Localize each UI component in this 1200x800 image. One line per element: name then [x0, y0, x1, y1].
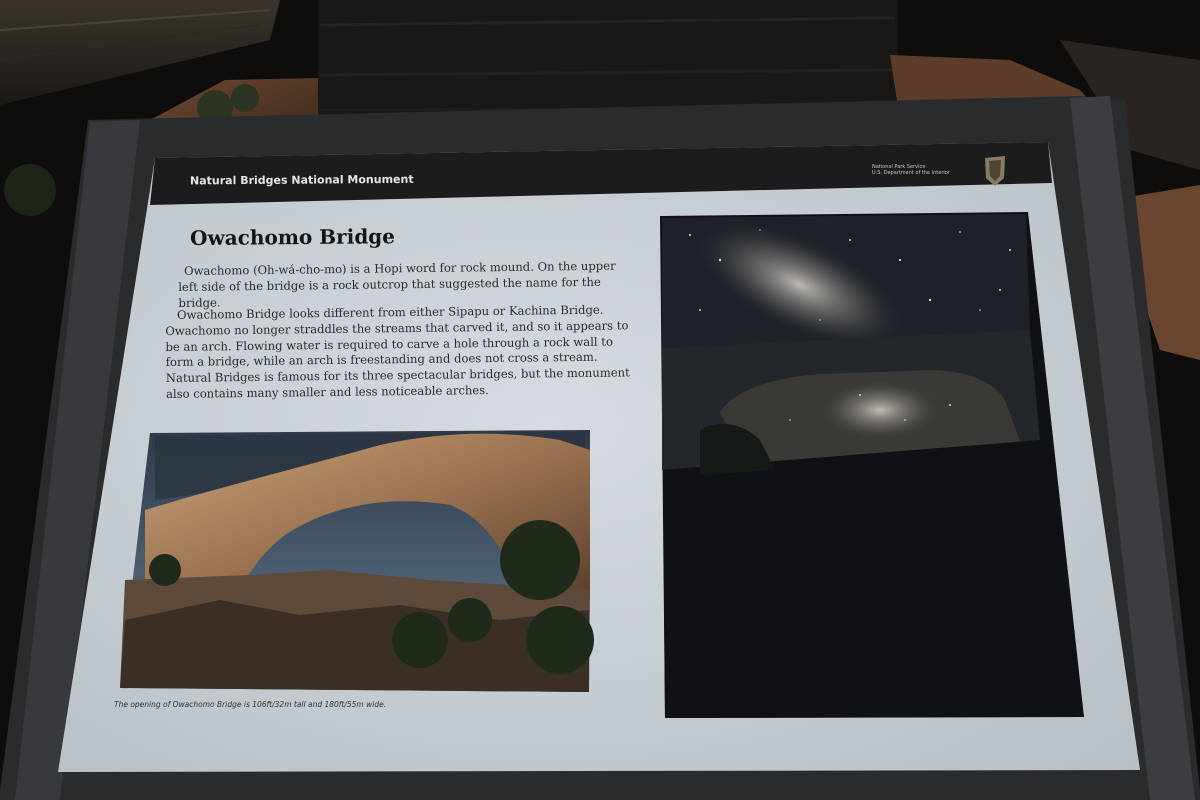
night-photo [660, 212, 1084, 718]
day-photo [120, 430, 594, 692]
paragraph-bridge-vs-arch: Owachomo Bridge looks different from eit… [165, 302, 630, 401]
agency-line-2: U.S. Department of the Interior [872, 170, 950, 176]
sign-header-title: Natural Bridges National Monument [189, 172, 414, 188]
sign-title: Owachomo Bridge [190, 224, 396, 250]
agency-name: National Park Service U.S. Department of… [872, 164, 982, 176]
photo-caption: The opening of Owachomo Bridge is 106ft/… [114, 700, 387, 709]
